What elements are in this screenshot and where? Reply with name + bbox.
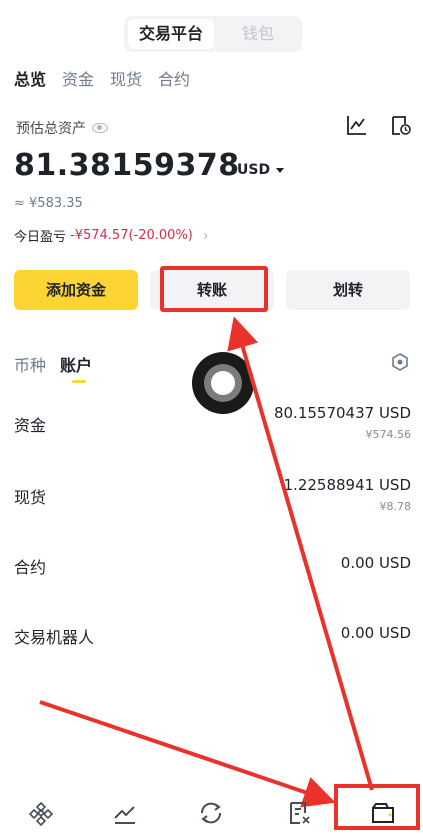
- tab-accounts[interactable]: 账户: [60, 352, 92, 383]
- hexagon-settings-icon[interactable]: [390, 352, 410, 372]
- tab-trading-platform[interactable]: 交易平台: [128, 19, 214, 49]
- estimated-assets-text: 预估总资产: [16, 121, 86, 137]
- tab-spot[interactable]: 现货: [110, 66, 142, 90]
- account-amount: 1.22588941 USD: [283, 476, 411, 494]
- tab-wallet[interactable]: 钱包: [218, 19, 298, 49]
- chart-icon[interactable]: [346, 114, 368, 136]
- account-sub-amount: ¥574.56: [365, 428, 412, 441]
- account-amount: 0.00 USD: [340, 554, 411, 572]
- wallet-highlight-annotation: [334, 784, 420, 830]
- caret-down-icon: [276, 167, 285, 173]
- account-row-futures[interactable]: 合约 0.00 USD: [14, 554, 411, 578]
- touch-indicator: [192, 352, 254, 414]
- total-amount: 81.38159378: [14, 148, 240, 183]
- account-name: 合约: [14, 558, 47, 577]
- tab-coins[interactable]: 币种: [14, 352, 46, 376]
- tab-funds[interactable]: 资金: [62, 66, 94, 90]
- pnl-label: 今日盈亏: [14, 230, 67, 245]
- currency-selector[interactable]: USD: [237, 162, 285, 178]
- add-funds-button[interactable]: 添加资金: [14, 270, 138, 310]
- account-row-spot[interactable]: 现货 1.22588941 USD ¥8.78: [14, 476, 411, 516]
- account-name: 现货: [14, 488, 47, 507]
- eye-icon[interactable]: [92, 123, 108, 133]
- today-pnl[interactable]: 今日盈亏 -¥574.57(-20.00%) ›: [14, 226, 209, 246]
- estimated-assets-label: 预估总资产: [16, 118, 108, 138]
- account-amount: 0.00 USD: [340, 624, 411, 642]
- home-icon[interactable]: [28, 800, 54, 826]
- account-name: 交易机器人: [14, 628, 95, 647]
- orders-icon[interactable]: [286, 800, 312, 826]
- platform-toggle: 交易平台 钱包: [124, 16, 302, 52]
- pnl-value: -¥574.57(-20.00%): [70, 228, 193, 243]
- markets-icon[interactable]: [112, 800, 138, 826]
- account-sub-amount: ¥8.78: [379, 500, 412, 513]
- account-amount: 80.15570437 USD: [273, 404, 411, 422]
- move-button[interactable]: 划转: [286, 270, 410, 310]
- list-tabs: 币种 账户: [14, 352, 92, 383]
- history-icon[interactable]: [390, 114, 412, 136]
- account-row-bots[interactable]: 交易机器人 0.00 USD: [14, 624, 411, 648]
- tab-futures[interactable]: 合约: [158, 66, 190, 90]
- tab-overview[interactable]: 总览: [14, 66, 46, 90]
- transfer-highlight-annotation: [160, 266, 268, 312]
- subtabs: 总览 资金 现货 合约: [14, 66, 190, 90]
- account-name: 资金: [14, 416, 47, 435]
- trade-icon[interactable]: [198, 800, 224, 826]
- chevron-right-icon: ›: [202, 227, 209, 244]
- currency-label: USD: [237, 162, 271, 178]
- approx-cny: ≈ ¥583.35: [14, 196, 83, 211]
